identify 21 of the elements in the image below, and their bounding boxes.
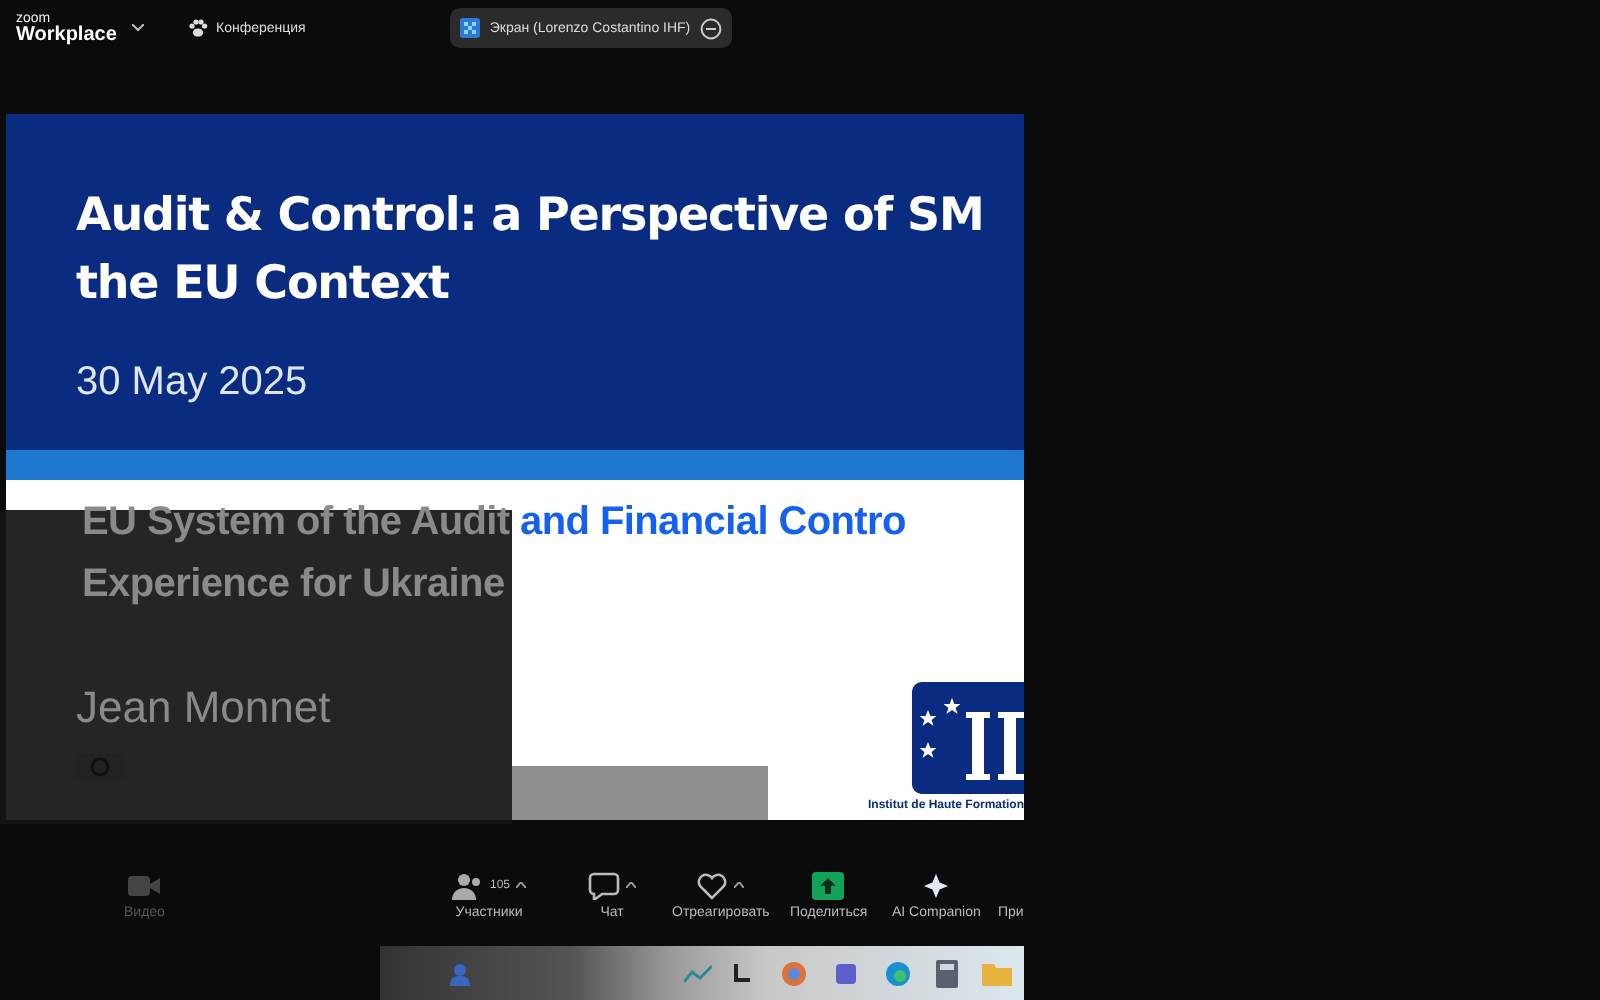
- heart-icon: [696, 871, 729, 899]
- people-icon: [452, 871, 484, 899]
- paw-icon: [188, 18, 208, 38]
- edge-browser-icon[interactable]: [884, 960, 912, 988]
- slide-title-line: the EU Context: [76, 256, 451, 314]
- teams-icon[interactable]: [832, 960, 860, 988]
- calculator-icon[interactable]: [936, 960, 958, 988]
- caret-icon[interactable]: [626, 882, 636, 888]
- video-camera-icon: [126, 873, 163, 897]
- caret-icon[interactable]: [132, 24, 144, 32]
- slide-date: 30 May 2025: [76, 360, 310, 406]
- sparkle-icon: [922, 871, 951, 899]
- author-name: Jean Monnet: [76, 682, 331, 734]
- screen-icon: [459, 18, 480, 38]
- caret-icon[interactable]: [516, 882, 527, 888]
- brand-name: Workplace: [16, 25, 119, 45]
- share-screen-icon: [812, 871, 845, 899]
- chat-bubble-icon: [588, 871, 620, 899]
- caret-icon[interactable]: [734, 882, 745, 888]
- slide-title-line: Audit & Control: a Perspective of SM: [76, 188, 986, 246]
- minus-circle-icon[interactable]: [700, 17, 723, 39]
